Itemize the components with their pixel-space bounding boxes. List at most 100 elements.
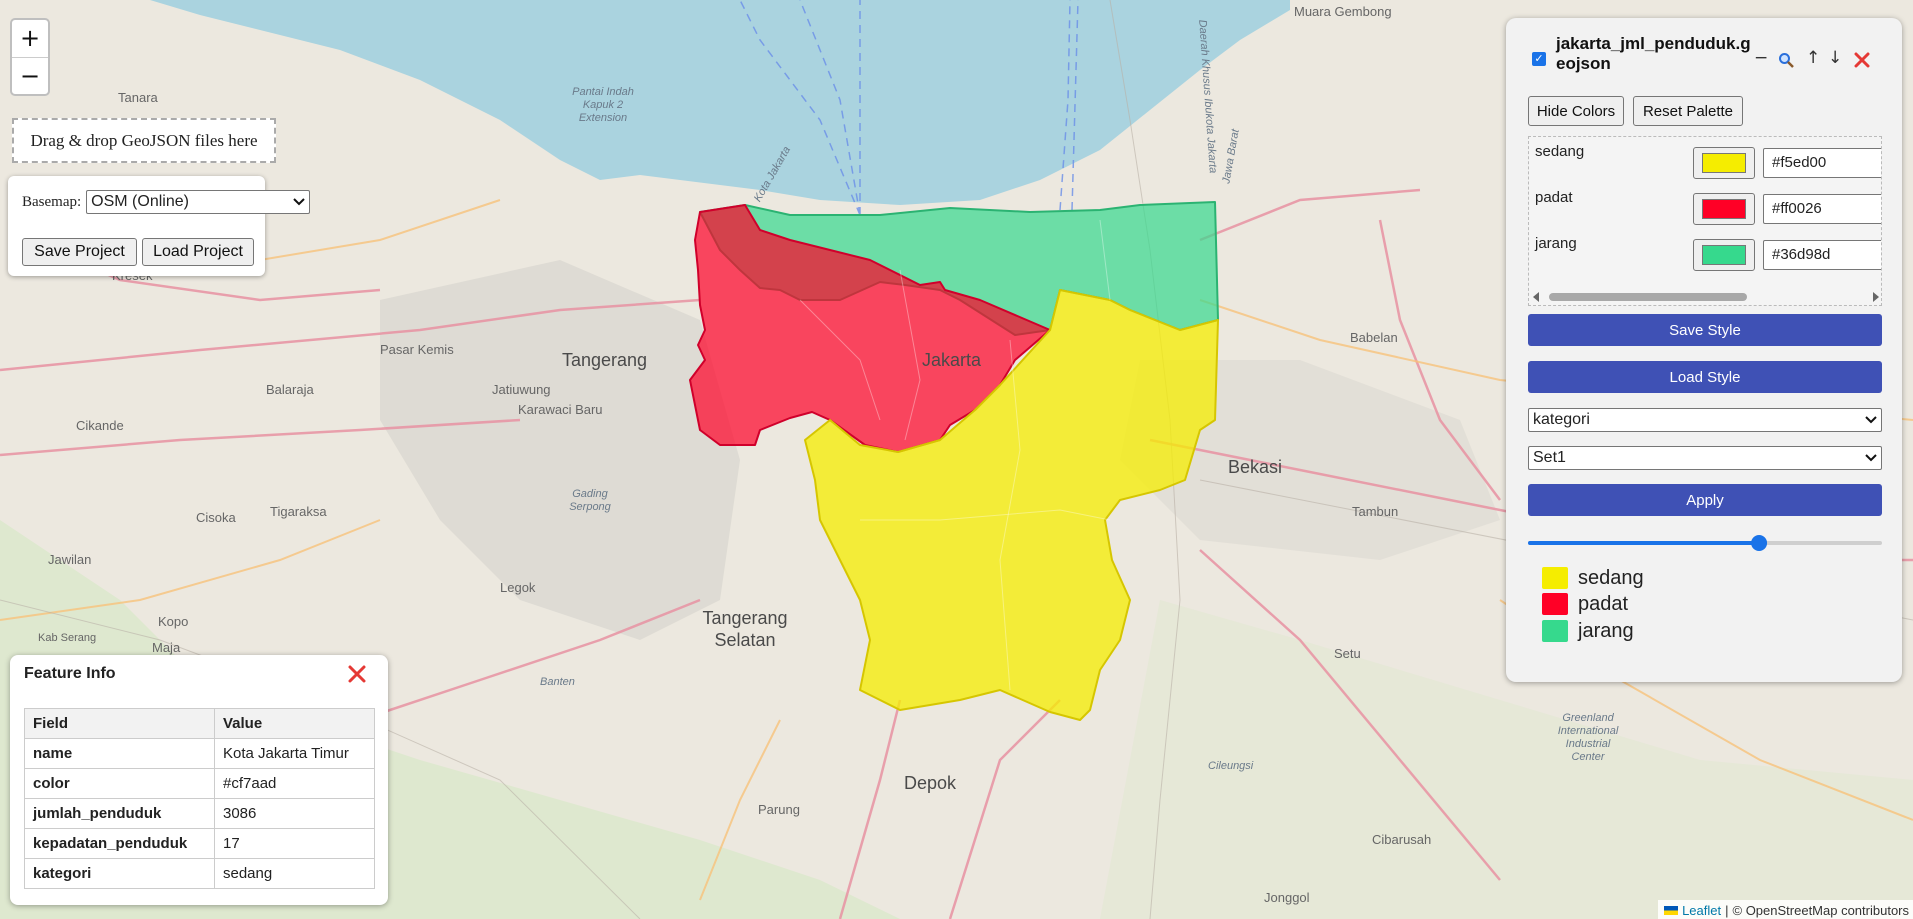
- layer-title: jakarta_jml_penduduk.geojson: [1556, 34, 1751, 73]
- chevron-down-icon: [1865, 416, 1877, 424]
- table-header: Value: [214, 708, 375, 739]
- place-label: Bekasi: [1228, 457, 1283, 477]
- field-select[interactable]: kategori: [1528, 408, 1882, 432]
- field-cell: jumlah_penduduk: [24, 798, 215, 829]
- palette-row: padat #ff0026: [1529, 185, 1881, 225]
- left-control-panel: Basemap: OSM (Online) Save Project Load …: [8, 176, 311, 276]
- palette-select[interactable]: Set1: [1528, 446, 1882, 470]
- place-label: Muara Gembong: [1294, 4, 1392, 19]
- opacity-slider[interactable]: [1528, 533, 1882, 553]
- minus-icon[interactable]: −: [1754, 48, 1768, 68]
- palette-category-label: padat: [1535, 189, 1573, 206]
- color-hex-input[interactable]: #ff0026: [1763, 194, 1881, 224]
- place-label: Cikande: [76, 418, 124, 433]
- arrow-down-icon[interactable]: ↓: [1828, 48, 1842, 68]
- field-cell: color: [24, 768, 215, 799]
- place-label: Gading Serpong: [569, 488, 611, 513]
- table-row: kepadatan_penduduk 17: [24, 828, 375, 859]
- legend-swatch: [1542, 620, 1568, 642]
- field-cell: kategori: [24, 858, 215, 889]
- close-icon[interactable]: [344, 661, 370, 687]
- place-label: Greenland International Industrial Cente…: [1557, 712, 1619, 763]
- place-label: Balaraja: [266, 382, 314, 397]
- horizontal-scrollbar[interactable]: [1529, 289, 1882, 305]
- place-label: Setu: [1334, 646, 1361, 661]
- basemap-value: OSM (Online): [91, 193, 189, 210]
- zoom-in-button[interactable]: +: [12, 20, 48, 57]
- load-style-button[interactable]: Load Style: [1528, 361, 1882, 393]
- hide-colors-button[interactable]: Hide Colors: [1528, 96, 1624, 126]
- place-label: Karawaci Baru: [518, 402, 603, 417]
- place-label: Banten: [540, 676, 575, 688]
- value-cell: Kota Jakarta Timur: [214, 738, 375, 769]
- palette-category-label: sedang: [1535, 143, 1585, 160]
- feature-attributes-table: Field Value name Kota Jakarta Timur colo…: [24, 708, 375, 889]
- scroll-right-icon: [1873, 292, 1879, 302]
- place-label: Tanara: [118, 90, 158, 105]
- attribution-text: © OpenStreetMap contributors: [1732, 903, 1910, 918]
- load-project-button[interactable]: Load Project: [142, 238, 254, 266]
- legend-item: sedang: [1542, 566, 1644, 590]
- color-picker[interactable]: [1693, 193, 1755, 225]
- place-label: Jatiuwung: [492, 382, 551, 397]
- arrow-up-icon[interactable]: ↑: [1806, 48, 1820, 68]
- place-label: Kab Serang: [38, 632, 97, 644]
- palette-row: sedang #f5ed00: [1529, 139, 1881, 179]
- chevron-down-icon: [1865, 454, 1877, 462]
- feature-info-title: Feature Info: [24, 665, 116, 682]
- search-icon[interactable]: [1778, 52, 1794, 68]
- color-picker[interactable]: [1693, 239, 1755, 271]
- save-style-button[interactable]: Save Style: [1528, 314, 1882, 346]
- table-row: kategori sedang: [24, 858, 375, 889]
- palette-category-label: jarang: [1535, 235, 1577, 252]
- palette-row: jarang #36d98d: [1529, 231, 1881, 271]
- place-label: Jonggol: [1264, 890, 1310, 905]
- color-picker[interactable]: [1693, 147, 1755, 179]
- zoom-control: + −: [10, 18, 50, 96]
- geojson-dropzone[interactable]: Drag & drop GeoJSON files here: [12, 118, 276, 163]
- place-label: Cileungsi: [1208, 760, 1254, 772]
- apply-button[interactable]: Apply: [1528, 484, 1882, 516]
- color-hex-input[interactable]: #f5ed00: [1763, 148, 1881, 178]
- legend-label: sedang: [1578, 566, 1644, 589]
- save-project-button[interactable]: Save Project: [22, 238, 137, 266]
- table-row: color #cf7aad: [24, 768, 375, 799]
- legend-swatch: [1542, 567, 1568, 589]
- leaflet-link[interactable]: Leaflet: [1682, 903, 1721, 918]
- table-row: jumlah_penduduk 3086: [24, 798, 375, 829]
- place-label: Cisoka: [196, 510, 236, 525]
- place-label: Babelan: [1350, 330, 1398, 345]
- field-cell: kepadatan_penduduk: [24, 828, 215, 859]
- basemap-row: Basemap: OSM (Online): [22, 190, 311, 214]
- layer-visibility-checkbox[interactable]: ✓: [1532, 52, 1546, 66]
- legend-item: padat: [1542, 592, 1628, 616]
- reset-palette-button[interactable]: Reset Palette: [1633, 96, 1743, 126]
- value-cell: sedang: [214, 858, 375, 889]
- table-header: Field: [24, 708, 215, 739]
- legend-label: padat: [1578, 592, 1629, 615]
- place-label: Jakarta: [922, 350, 982, 370]
- place-label: Tangerang Selatan: [702, 608, 788, 650]
- place-label: Jawilan: [48, 552, 92, 567]
- value-cell: 17: [214, 828, 375, 859]
- place-label: Depok: [904, 773, 957, 793]
- place-label: Kopo: [158, 614, 189, 629]
- close-icon[interactable]: [1854, 52, 1870, 68]
- feature-info-panel: Feature Info Field Value name Kota Jakar…: [10, 655, 388, 905]
- layer-panel: ✓ jakarta_jml_penduduk.geojson − ↑ ↓ Hid…: [1506, 18, 1902, 682]
- place-label: Pasar Kemis: [380, 342, 454, 357]
- color-hex-input[interactable]: #36d98d: [1763, 240, 1881, 270]
- palette-select-value: Set1: [1533, 449, 1566, 466]
- basemap-select[interactable]: OSM (Online): [86, 190, 311, 214]
- zoom-out-button[interactable]: −: [12, 57, 48, 94]
- place-label: Legok: [500, 580, 536, 595]
- legend-label: jarang: [1578, 619, 1634, 642]
- place-label: Cibarusah: [1372, 832, 1432, 847]
- field-select-value: kategori: [1533, 411, 1590, 428]
- place-label: Tigaraksa: [270, 504, 327, 519]
- basemap-label: Basemap:: [22, 193, 82, 210]
- value-cell: 3086: [214, 798, 375, 829]
- field-cell: name: [24, 738, 215, 769]
- place-label: Maja: [152, 640, 181, 655]
- place-label: Tangerang: [562, 350, 648, 370]
